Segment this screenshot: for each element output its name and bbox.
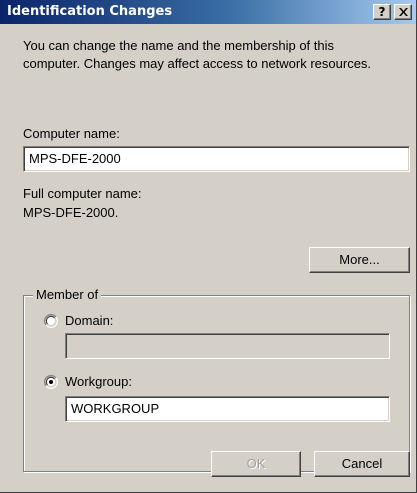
intro-text-line-2: computer. Changes may affect access to n…	[23, 56, 372, 71]
workgroup-input[interactable]: WORKGROUP	[65, 396, 390, 422]
identification-changes-dialog: Identification Changes ? You can change …	[0, 0, 417, 493]
computer-name-label: Computer name:	[23, 126, 120, 141]
help-button[interactable]: ?	[373, 4, 391, 20]
ok-button[interactable]: OK	[211, 451, 301, 477]
window-title: Identification Changes	[7, 4, 173, 19]
member-of-legend: Member of	[33, 287, 102, 303]
more-button[interactable]: More...	[309, 247, 410, 273]
domain-radio[interactable]	[44, 314, 58, 328]
workgroup-label[interactable]: Workgroup:	[65, 374, 132, 390]
computer-name-input[interactable]: MPS-DFE-2000	[23, 146, 410, 172]
cancel-button[interactable]: Cancel	[314, 451, 410, 477]
title-bar[interactable]: Identification Changes ?	[0, 0, 416, 24]
close-button[interactable]	[394, 4, 412, 20]
full-computer-name-value: MPS-DFE-2000.	[23, 205, 119, 220]
close-icon	[399, 8, 408, 16]
domain-label[interactable]: Domain:	[65, 313, 113, 329]
full-computer-name-label: Full computer name:	[23, 186, 142, 201]
intro-text-line-1: You can change the name and the membersh…	[23, 38, 335, 53]
workgroup-radio[interactable]	[44, 375, 58, 389]
domain-input[interactable]	[65, 333, 390, 359]
